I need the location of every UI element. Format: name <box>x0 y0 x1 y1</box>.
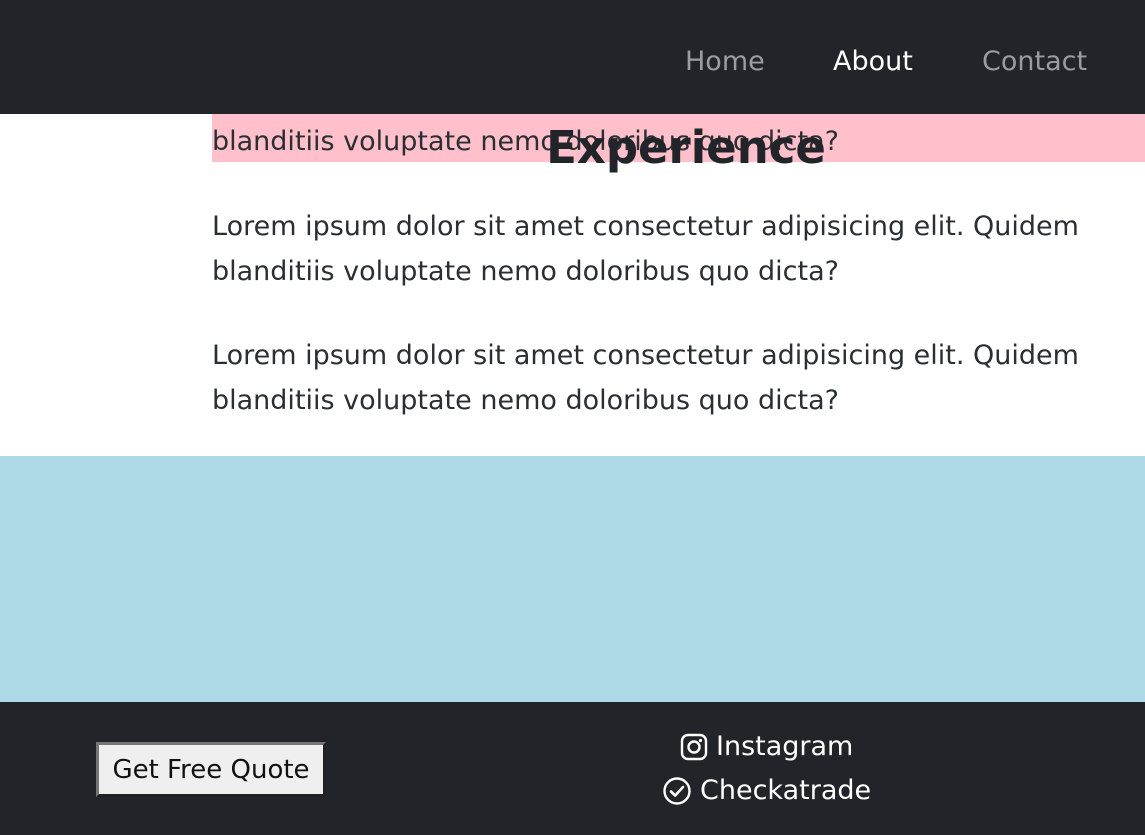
instagram-icon <box>680 733 708 761</box>
paragraph-1-line-2: blanditiis voluptate nemo doloribus quo … <box>212 256 839 287</box>
check-circle-icon <box>663 777 691 805</box>
paragraph-1-line-1: Lorem ipsum dolor sit amet consectetur a… <box>212 211 1079 242</box>
section-heading: Experience <box>546 121 826 174</box>
paragraph-2-line-1: Lorem ipsum dolor sit amet consectetur a… <box>212 340 1079 371</box>
checkatrade-label: Checkatrade <box>700 775 872 806</box>
top-navbar: Home About Contact <box>0 0 1145 114</box>
instagram-link[interactable]: Instagram <box>680 727 853 767</box>
paragraph-2-line-2: blanditiis voluptate nemo doloribus quo … <box>212 385 839 416</box>
nav-home-link[interactable]: Home <box>685 42 765 82</box>
experience-section: blanditiis voluptate nemo doloribus quo … <box>0 114 1145 456</box>
nav-contact-link[interactable]: Contact <box>982 42 1087 82</box>
blue-section <box>0 456 1145 702</box>
instagram-label: Instagram <box>716 731 854 762</box>
paragraph-1: Lorem ipsum dolor sit amet consectetur a… <box>212 204 1112 294</box>
footer: Get Free Quote Instagram Checkatrade <box>0 702 1145 835</box>
nav-about-link[interactable]: About <box>833 42 913 82</box>
checkatrade-link[interactable]: Checkatrade <box>662 771 871 811</box>
paragraph-2: Lorem ipsum dolor sit amet consectetur a… <box>212 333 1112 423</box>
get-free-quote-button[interactable]: Get Free Quote <box>96 742 326 797</box>
